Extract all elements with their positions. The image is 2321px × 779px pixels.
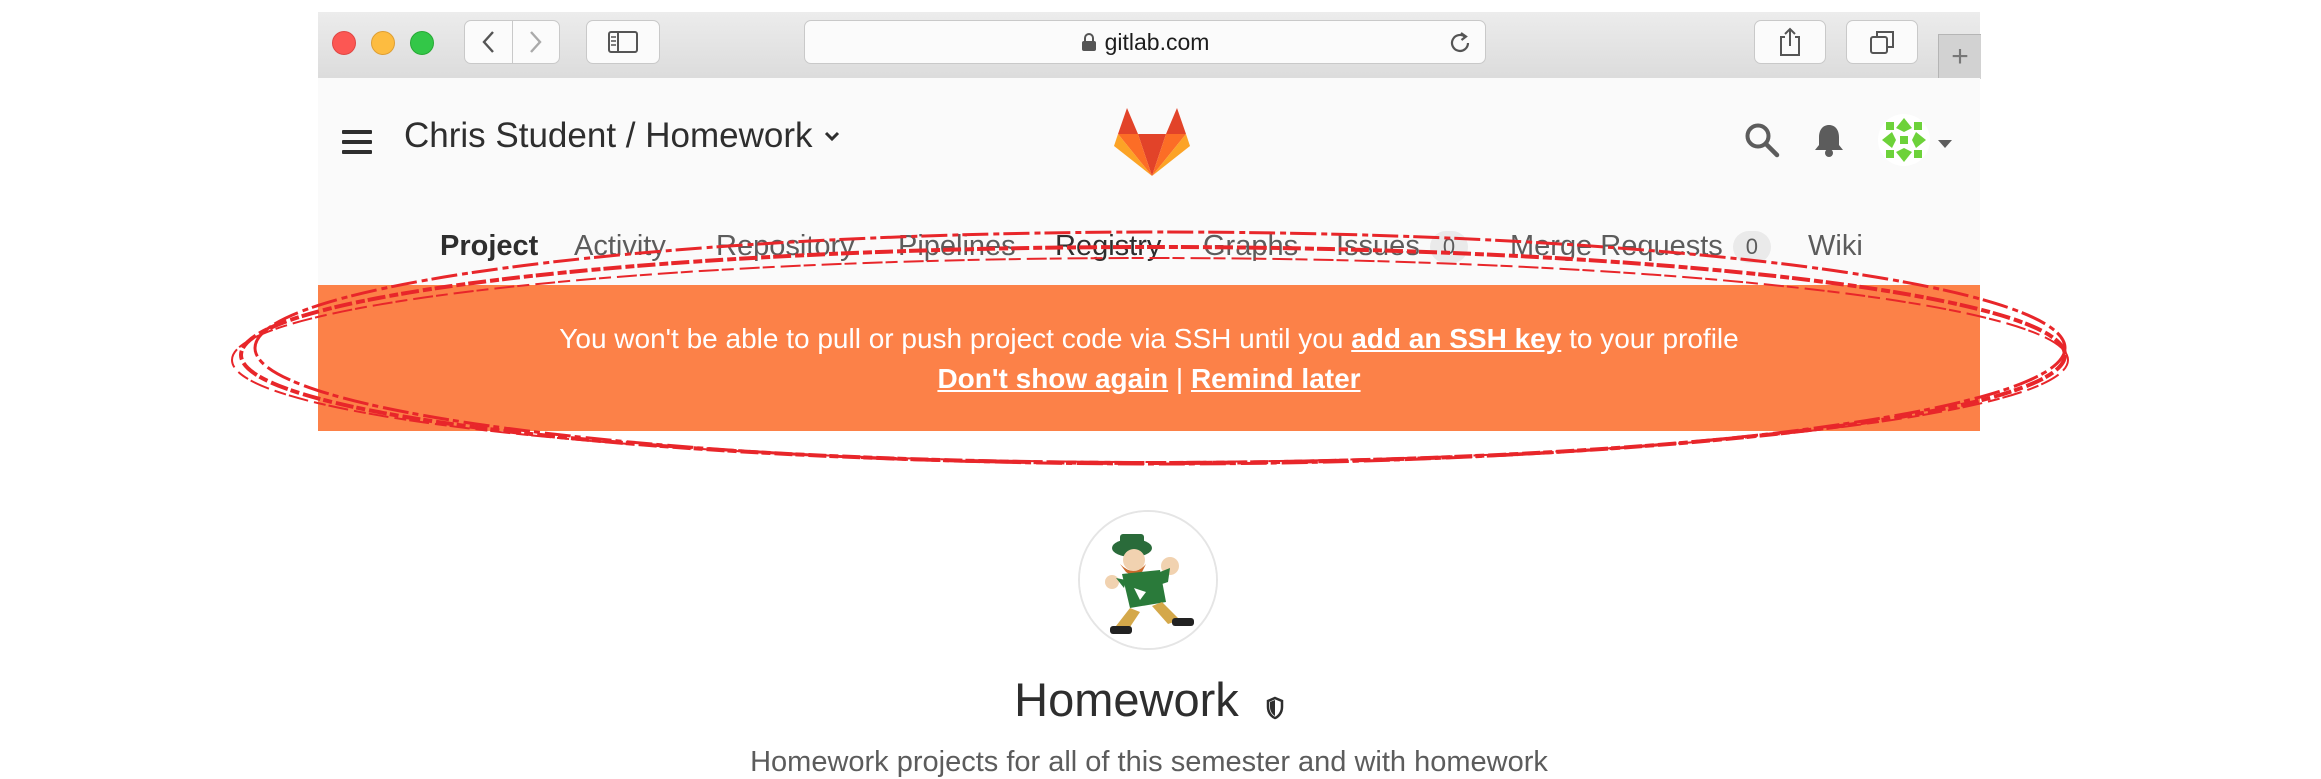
nav-wiki-label: Wiki [1808,230,1863,262]
address-bar[interactable]: gitlab.com [804,20,1486,64]
breadcrumb-text: Chris Student / Homework [404,116,813,155]
forward-button[interactable] [511,21,560,63]
share-icon [1780,27,1800,56]
nav-activity-label: Activity [574,230,666,262]
share-button[interactable] [1754,20,1826,64]
project-avatar [1078,510,1218,650]
remind-later-link[interactable]: Remind later [1191,363,1361,394]
browser-window: gitlab.com + Chris Student / Homework Pr… [318,12,1981,778]
nav-activity[interactable]: Activity [574,230,666,263]
add-ssh-key-link[interactable]: add an SSH key [1351,323,1561,354]
dont-show-again-link[interactable]: Don't show again [937,363,1168,394]
ssh-key-warning-banner: You won't be able to pull or push projec… [318,285,1980,431]
chevron-right-icon [529,31,542,53]
issues-count-badge: 0 [1429,230,1469,263]
chevron-left-icon [482,31,495,53]
nav-pipelines[interactable]: Pipelines [898,230,1016,263]
browser-toolbar: gitlab.com + [318,12,1981,79]
nav-merge-requests-label: Merge Requests [1510,230,1723,262]
sidebar-icon [608,31,638,53]
minimize-window-button[interactable] [371,31,395,55]
reload-icon[interactable] [1447,30,1473,62]
nav-repository[interactable]: Repository [716,230,855,263]
sidebar-toggle-button[interactable] [586,20,660,64]
gitlab-logo[interactable] [1114,108,1190,183]
nav-merge-requests[interactable]: Merge Requests 0 [1510,230,1772,263]
nav-project[interactable]: Project [440,230,538,263]
chevron-down-icon [824,130,840,142]
shield-icon [1266,676,1284,731]
nav-project-label: Project [440,230,539,262]
nav-repository-label: Repository [716,230,855,262]
nav-registry[interactable]: Registry [1055,230,1161,263]
nav-issues[interactable]: Issues 0 [1336,230,1469,263]
bell-icon[interactable] [1812,122,1846,163]
banner-text-before: You won't be able to pull or push projec… [559,323,1352,354]
project-name: Homework [1014,673,1239,726]
banner-text-after: to your profile [1561,323,1739,354]
zoom-window-button[interactable] [410,31,434,55]
avatar[interactable] [1878,114,1930,166]
nav-graphs-label: Graphs [1203,230,1299,262]
nav-pipelines-label: Pipelines [898,230,1016,262]
merge-requests-count-badge: 0 [1732,230,1772,263]
nav-wiki[interactable]: Wiki [1808,230,1863,263]
url-text: gitlab.com [1104,28,1210,55]
gitlab-header: Chris Student / Homework Project Activit… [318,78,1980,301]
new-tab-button[interactable]: + [1938,34,1981,79]
lock-icon [1081,32,1097,52]
project-breadcrumb[interactable]: Chris Student / Homework [404,116,840,156]
banner-message: You won't be able to pull or push projec… [318,323,1980,355]
nav-issues-label: Issues [1336,230,1420,262]
back-button[interactable] [465,21,512,63]
tabs-overview-icon [1870,31,1894,54]
nav-graphs[interactable]: Graphs [1203,230,1298,263]
show-tabs-button[interactable] [1846,20,1918,64]
banner-actions: Don't show again | Remind later [318,363,1980,395]
project-description: Homework projects for all of this semest… [750,746,1548,778]
close-window-button[interactable] [332,31,356,55]
search-icon[interactable] [1744,122,1780,163]
banner-separator: | [1168,363,1191,394]
history-nav [464,20,560,64]
nav-registry-label: Registry [1055,230,1162,262]
project-title: Homework [318,672,1980,731]
caret-down-icon[interactable] [1938,136,1952,154]
menu-icon[interactable] [342,130,372,160]
